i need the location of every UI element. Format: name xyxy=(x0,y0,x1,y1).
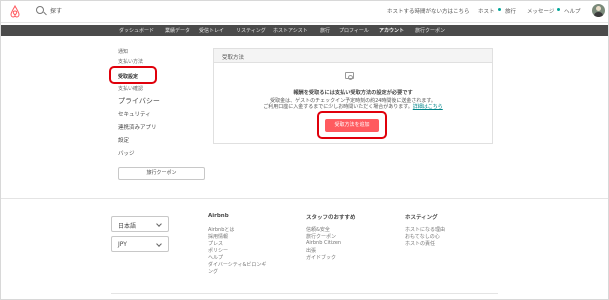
sidebar-item-notifications[interactable]: 通知 xyxy=(118,48,128,55)
search-input[interactable]: 探す xyxy=(50,6,62,15)
footer-link[interactable]: ヘルプ xyxy=(208,254,223,261)
currency-select[interactable]: JPY xyxy=(111,236,169,252)
learn-more-link[interactable]: 詳細はこちら xyxy=(413,104,443,110)
footer-heading-airbnb: Airbnb xyxy=(208,213,229,219)
footer-divider xyxy=(1,198,608,199)
footer-bottom-divider xyxy=(111,293,498,294)
footer-link[interactable]: ガイドブック xyxy=(306,254,336,261)
payout-required-heading: 報酬を受取るには支払い受取方法の設定が必要です xyxy=(293,90,413,96)
sidebar-highlight-box xyxy=(109,66,157,84)
top-link-trips[interactable]: 旅行 xyxy=(505,7,516,15)
nav-account[interactable]: アカウント xyxy=(379,27,405,37)
footer-link[interactable]: 信頼&安全 xyxy=(306,226,330,233)
footer-link[interactable]: Airbnbとは xyxy=(208,226,234,233)
notification-dot-icon xyxy=(557,8,560,11)
chevron-down-icon xyxy=(156,241,162,247)
nav-travel-coupon[interactable]: 旅行クーポン xyxy=(415,27,445,34)
top-link-help[interactable]: ヘルプ xyxy=(564,7,581,15)
account-nav-bar: ダッシュボード 業績データ 受信トレイ リスティング ホストアシスト 旅行 プロ… xyxy=(1,25,608,37)
footer-heading-staff-picks: スタッフのおすすめ xyxy=(306,215,356,221)
nav-host-assist[interactable]: ホストアシスト xyxy=(273,27,308,34)
nav-performance[interactable]: 業績データ xyxy=(165,27,190,34)
currency-value: JPY xyxy=(118,241,127,248)
top-header xyxy=(1,1,608,23)
sidebar-item-payment-methods[interactable]: 支払い方法 xyxy=(118,58,143,65)
button-highlight-box xyxy=(317,111,387,139)
host-prompt-link[interactable]: ホストする時間がない方はこちら xyxy=(387,7,470,15)
top-link-messages[interactable]: メッセージ xyxy=(527,7,554,15)
sidebar-item-badges[interactable]: バッジ xyxy=(118,149,135,157)
sidebar-item-connected-apps[interactable]: 連携済みアプリ xyxy=(118,123,157,131)
nav-trips[interactable]: 旅行 xyxy=(320,27,330,34)
avatar[interactable] xyxy=(592,4,605,17)
nav-listings[interactable]: リスティング xyxy=(236,27,266,34)
sidebar-item-payment-confirm[interactable]: 支払い確認 xyxy=(118,85,143,92)
payout-card-icon xyxy=(345,72,354,80)
travel-coupon-button[interactable]: 旅行クーポン xyxy=(118,167,205,180)
payout-note-prefix: ご利用口座に入金するまでに少しお時間いただく場合があります。 xyxy=(263,104,413,110)
footer-link[interactable]: 旅行クーポン xyxy=(306,233,336,240)
chevron-down-icon xyxy=(156,221,162,227)
language-select[interactable]: 日本語 xyxy=(111,216,169,232)
nav-profile[interactable]: プロフィール xyxy=(339,27,369,34)
notification-dot-icon xyxy=(498,8,501,11)
footer-link[interactable]: ホストの責任 xyxy=(405,240,435,247)
footer-link[interactable]: 採用情報 xyxy=(208,233,228,240)
footer-link[interactable]: プレス xyxy=(208,240,223,247)
sidebar-item-security[interactable]: セキュリティ xyxy=(118,110,151,118)
footer-heading-hosting: ホスティング xyxy=(405,215,438,221)
language-value: 日本語 xyxy=(118,223,137,230)
footer-link[interactable]: ダイバーシティ&ビロンギ xyxy=(208,261,266,268)
footer-link[interactable]: ング xyxy=(208,268,218,275)
sidebar-item-settings[interactable]: 設定 xyxy=(118,136,129,144)
top-link-host[interactable]: ホスト xyxy=(478,7,495,15)
payout-note-text: ご利用口座に入金するまでに少しお時間いただく場合があります。詳細はこちら xyxy=(214,103,492,110)
panel-title: 受取方法 xyxy=(222,55,245,61)
panel-header: 受取方法 xyxy=(214,49,492,63)
footer-link[interactable]: Airbnb Citizen xyxy=(306,240,341,246)
nav-inbox[interactable]: 受信トレイ xyxy=(199,27,224,34)
footer-link[interactable]: ホストになる理由 xyxy=(405,226,445,233)
footer-link[interactable]: おもてなしの心 xyxy=(405,233,440,240)
airbnb-logo-icon[interactable] xyxy=(9,5,21,18)
page-frame xyxy=(0,0,609,300)
search-icon xyxy=(36,6,44,14)
nav-dashboard[interactable]: ダッシュボード xyxy=(119,27,154,34)
sidebar-item-privacy[interactable]: プライバシー xyxy=(118,96,160,106)
footer-link[interactable]: 出張 xyxy=(306,247,316,254)
footer-link[interactable]: ポリシー xyxy=(208,247,228,254)
